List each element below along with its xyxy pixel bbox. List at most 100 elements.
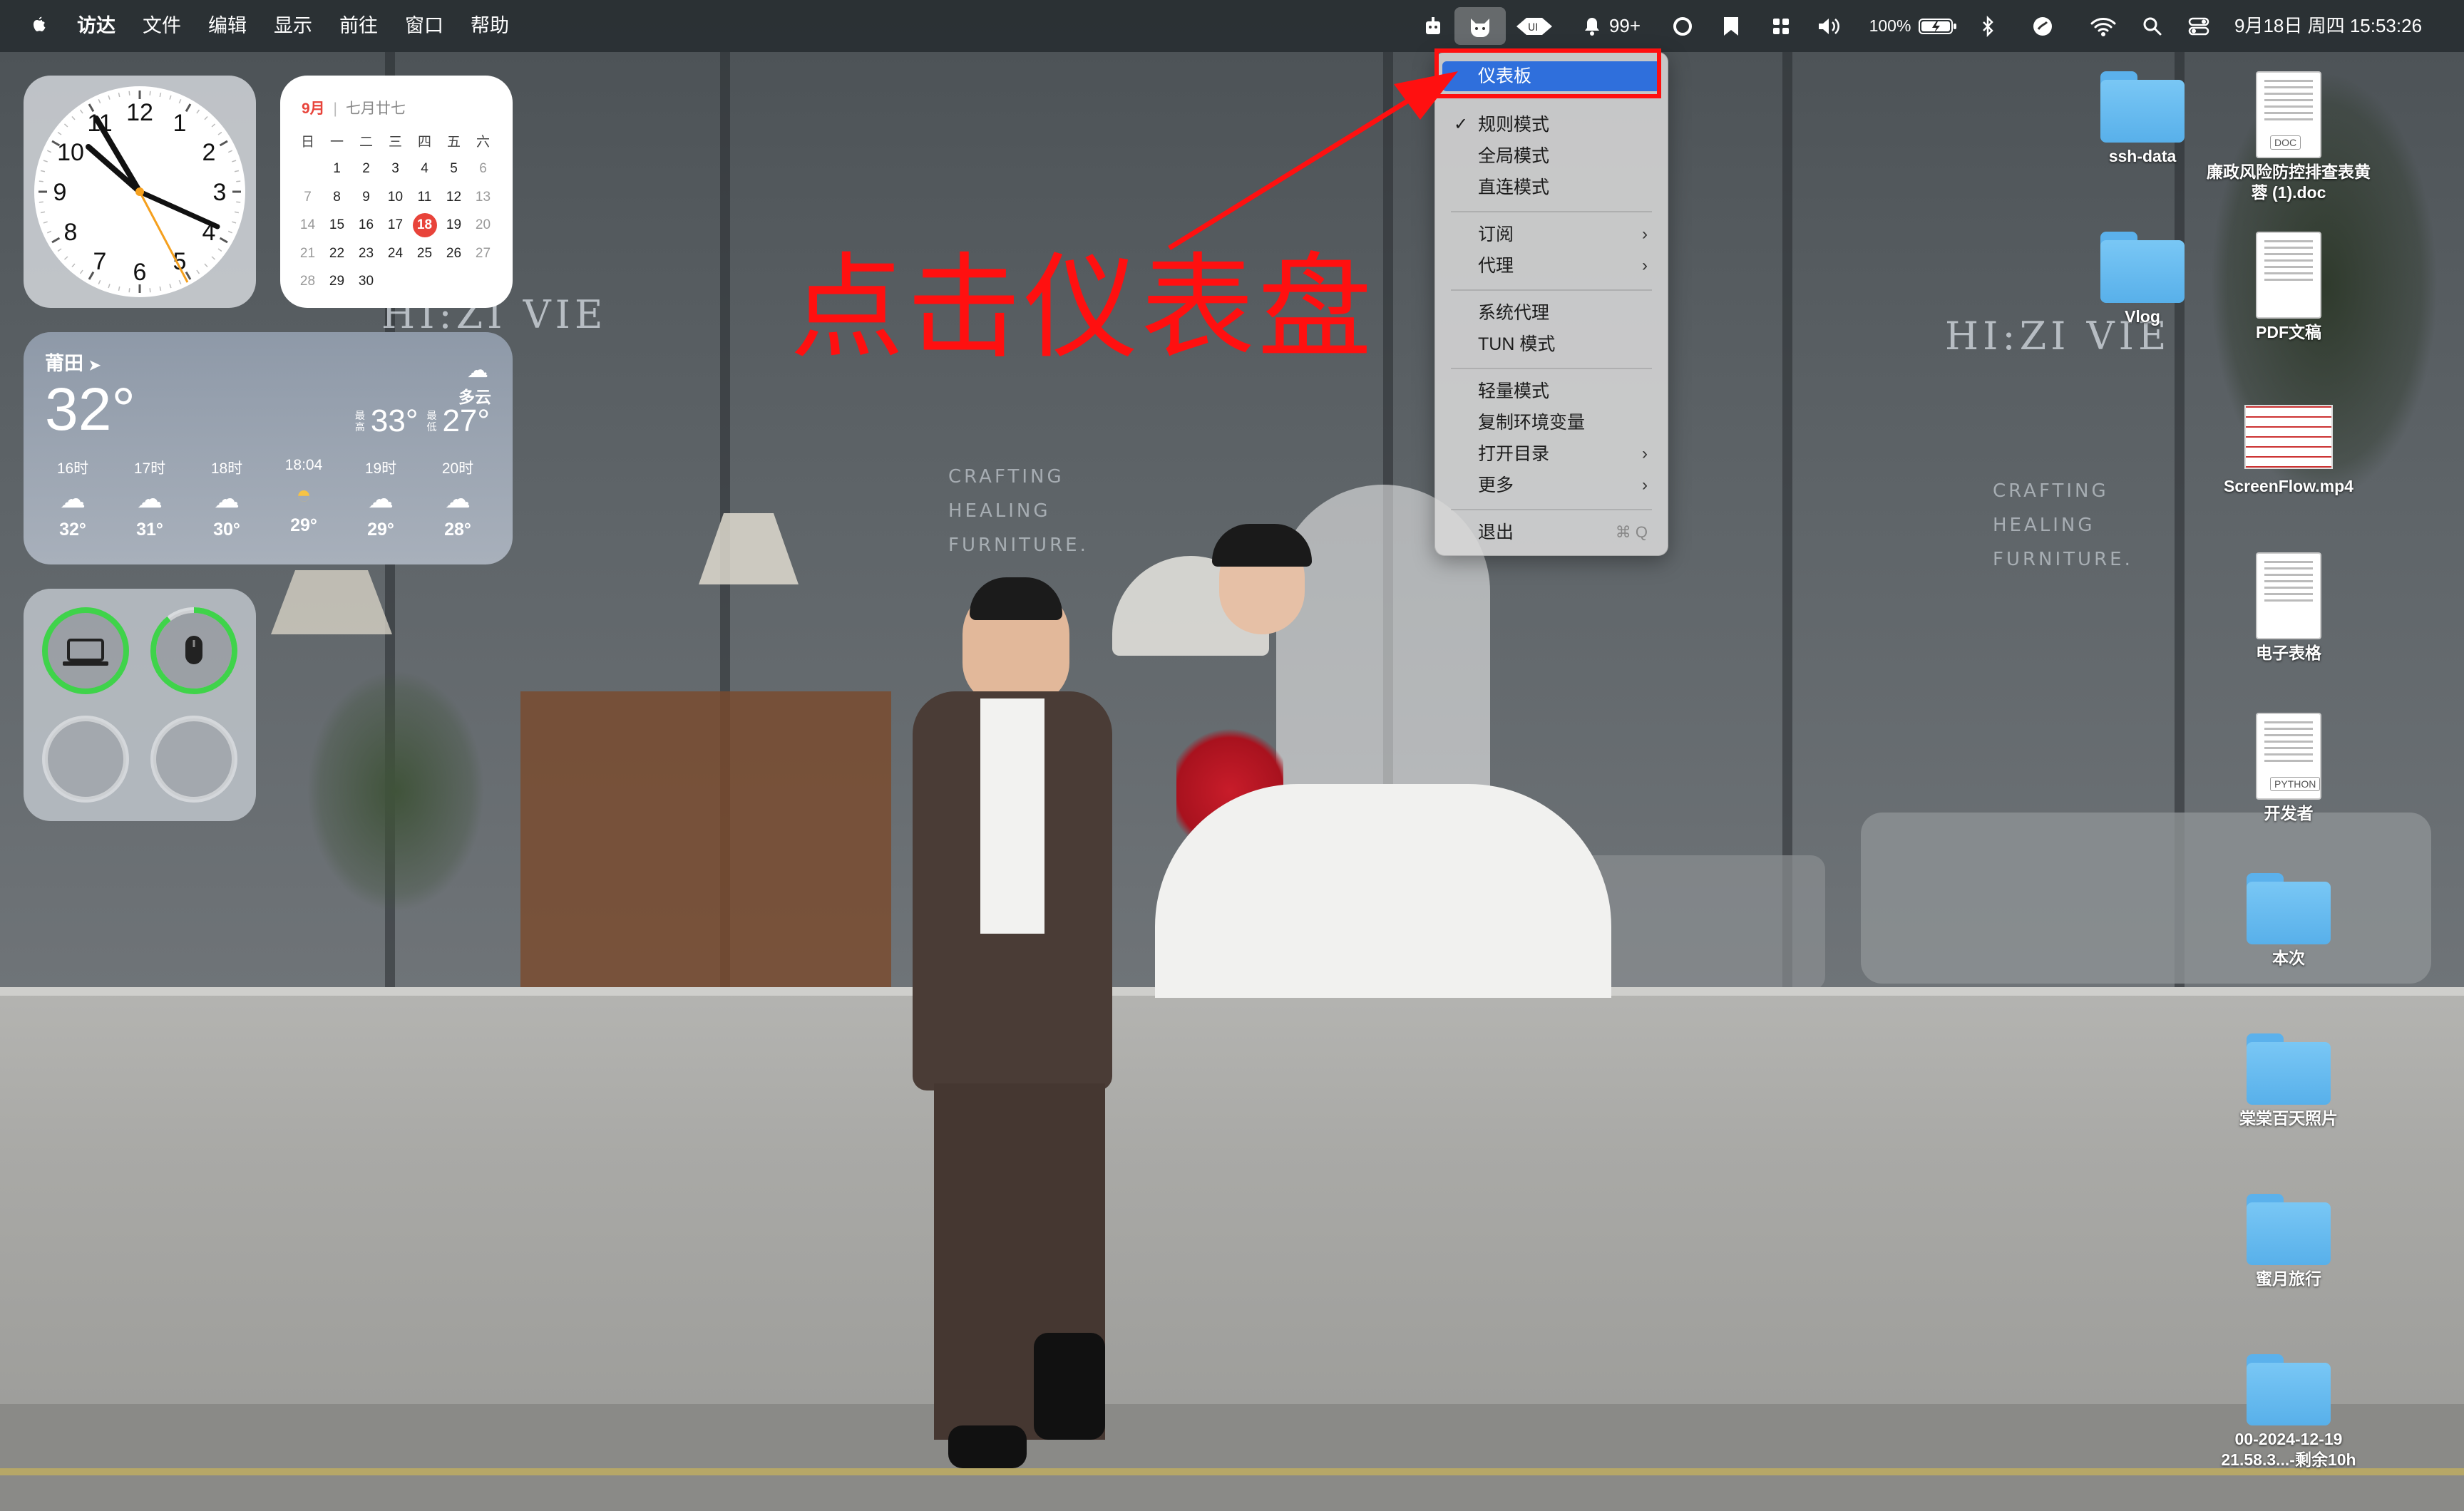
apple-icon[interactable]: [29, 0, 48, 52]
bell-icon[interactable]: [1581, 0, 1603, 52]
desktop-item[interactable]: 电子表格: [2207, 552, 2371, 664]
calendar-day[interactable]: 11: [410, 190, 439, 205]
calendar-weekday: 五: [446, 135, 461, 150]
calendar-day[interactable]: 3: [381, 161, 410, 177]
menu-finder[interactable]: 访达: [77, 0, 115, 52]
calendar-day[interactable]: 17: [381, 217, 410, 233]
calendar-day[interactable]: 15: [322, 217, 351, 233]
bluetooth-icon[interactable]: [1976, 0, 1999, 52]
file-type-badge: DOC: [2270, 135, 2301, 150]
wifi-icon[interactable]: [2088, 0, 2119, 52]
calendar-day[interactable]: 25: [410, 246, 439, 262]
music-app-icon[interactable]: [2028, 0, 2057, 52]
calendar-day[interactable]: 6: [468, 161, 498, 177]
document-icon: DOC: [2256, 71, 2321, 158]
menu-item-open-directory[interactable]: 打开目录 ›: [1442, 439, 1660, 469]
menu-window[interactable]: 窗口: [405, 0, 443, 52]
volume-icon[interactable]: [1814, 0, 1846, 52]
date-time[interactable]: 9月18日 周四 15:53:26: [2234, 0, 2422, 52]
calendar-day[interactable]: 9: [351, 190, 381, 205]
grid-app-icon[interactable]: [1767, 0, 1795, 52]
calendar-day[interactable]: 16: [351, 217, 381, 233]
calendar-day[interactable]: 21: [293, 246, 322, 262]
desktop-item[interactable]: 本次: [2207, 873, 2371, 969]
desktop-item[interactable]: PDF文稿: [2207, 232, 2371, 343]
weather-hour: 18时 ☁ 30°: [188, 457, 266, 540]
menu-view[interactable]: 显示: [274, 0, 312, 52]
calendar-day[interactable]: 4: [410, 161, 439, 177]
desktop-item[interactable]: PYTHON 开发者: [2207, 713, 2371, 824]
laptop-battery-ring: [42, 607, 129, 694]
menu-go[interactable]: 前往: [339, 0, 378, 52]
desktop-item[interactable]: DOC 廉政风险防控排查表黄蓉 (1).doc: [2207, 71, 2371, 203]
desktop-item[interactable]: ScreenFlow.mp4: [2207, 392, 2371, 497]
clock-widget[interactable]: 121234567891011: [24, 76, 256, 308]
clock-number: 1: [173, 110, 187, 137]
calendar-day[interactable]: 5: [439, 161, 468, 177]
menu-edit[interactable]: 编辑: [208, 0, 247, 52]
calendar-day[interactable]: 1: [322, 161, 351, 177]
calendar-day[interactable]: 24: [381, 246, 410, 262]
calendar-day[interactable]: 29: [322, 274, 351, 289]
calendar-day[interactable]: 26: [439, 246, 468, 262]
desktop-item-label: ssh-data: [2108, 147, 2177, 165]
menu-item-quit[interactable]: 退出 ⌘ Q: [1442, 517, 1660, 547]
desktop-item[interactable]: 棠棠百天照片: [2207, 1033, 2371, 1129]
bride-figure: [1155, 485, 1618, 998]
annotation-highlight-box: [1434, 48, 1661, 98]
menu-item-global-mode[interactable]: 全局模式: [1442, 141, 1660, 171]
calendar-day[interactable]: 10: [381, 190, 410, 205]
bookmark-app-icon[interactable]: [1717, 0, 1745, 52]
menu-item-subscription[interactable]: 订阅 ›: [1442, 220, 1660, 249]
calendar-day[interactable]: 30: [351, 274, 381, 289]
battery-icon[interactable]: [1916, 0, 1959, 52]
menu-item-proxy[interactable]: 代理 ›: [1442, 251, 1660, 281]
control-center-icon[interactable]: [2185, 0, 2213, 52]
calendar-day[interactable]: 20: [468, 217, 498, 233]
spotlight-search-icon[interactable]: [2139, 0, 2166, 52]
menu-item-lite-mode[interactable]: 轻量模式: [1442, 376, 1660, 406]
menu-item-copy-env[interactable]: 复制环境变量: [1442, 408, 1660, 438]
menu-item-tun-mode[interactable]: TUN 模式: [1442, 329, 1660, 359]
circle-app-icon[interactable]: [1668, 0, 1697, 52]
calendar-month: 9月: [302, 100, 325, 117]
robot-icon[interactable]: [1419, 0, 1447, 52]
menu-item-direct-mode[interactable]: 直连模式: [1442, 172, 1660, 202]
menu-item-rule-mode[interactable]: ✓ 规则模式: [1442, 110, 1660, 140]
menu-file[interactable]: 文件: [143, 0, 181, 52]
battery-rings: [42, 607, 237, 803]
calendar-day[interactable]: 7: [293, 190, 322, 205]
vpn-icon[interactable]: UI: [1511, 0, 1557, 52]
calendar-day[interactable]: 14: [293, 217, 322, 233]
weather-hour: 17时 ☁ 31°: [111, 457, 189, 540]
weather-hour: 18:04 ◓ 29°: [265, 457, 343, 536]
calendar-day[interactable]: 23: [351, 246, 381, 262]
calendar-day[interactable]: 19: [439, 217, 468, 233]
calendar-day[interactable]: 2: [351, 161, 381, 177]
svg-text:UI: UI: [1528, 22, 1538, 33]
desktop-item[interactable]: 蜜月旅行: [2207, 1194, 2371, 1289]
calendar-day[interactable]: 12: [439, 190, 468, 205]
desktop-item-label: 廉政风险防控排查表黄蓉 (1).doc: [2207, 163, 2371, 202]
menu-item-more[interactable]: 更多 ›: [1442, 470, 1660, 500]
menu-help[interactable]: 帮助: [471, 0, 509, 52]
calendar-day[interactable]: 22: [322, 246, 351, 262]
weather-widget[interactable]: 莆田 ➤ 32° ☁ 多云 最高 33° 最低 27° 16时 ☁ 32° 17时 ☁ 3…: [24, 332, 513, 564]
calendar-day[interactable]: 27: [468, 246, 498, 262]
calendar-weekday: 三: [388, 135, 402, 150]
desktop-item-label: 蜜月旅行: [2256, 1269, 2321, 1288]
clash-cat-icon[interactable]: [1454, 7, 1506, 45]
calendar-day[interactable]: 8: [322, 190, 351, 205]
calendar-day[interactable]: 18: [410, 213, 439, 238]
calendar-widget[interactable]: 9月 | 七月廿七 日一二三四五六 1 2 3 4 5 6 7 8 9 10 11 12 13 14 15 16…: [280, 76, 513, 308]
calendar-day[interactable]: 13: [468, 190, 498, 205]
battery-widget[interactable]: [24, 589, 256, 821]
weather-hour: 20时 ☁ 28°: [419, 457, 497, 540]
clock-number: 6: [133, 259, 147, 286]
calendar-day[interactable]: 28: [293, 274, 322, 289]
desktop-item[interactable]: 00-2024-12-19 21.58.3...-剩余10h: [2207, 1354, 2371, 1470]
clock-number: 5: [173, 248, 187, 275]
desktop-item[interactable]: ssh-data: [2060, 71, 2224, 167]
desktop-item[interactable]: Vlog: [2060, 232, 2224, 327]
menu-item-system-proxy[interactable]: 系统代理: [1442, 298, 1660, 328]
